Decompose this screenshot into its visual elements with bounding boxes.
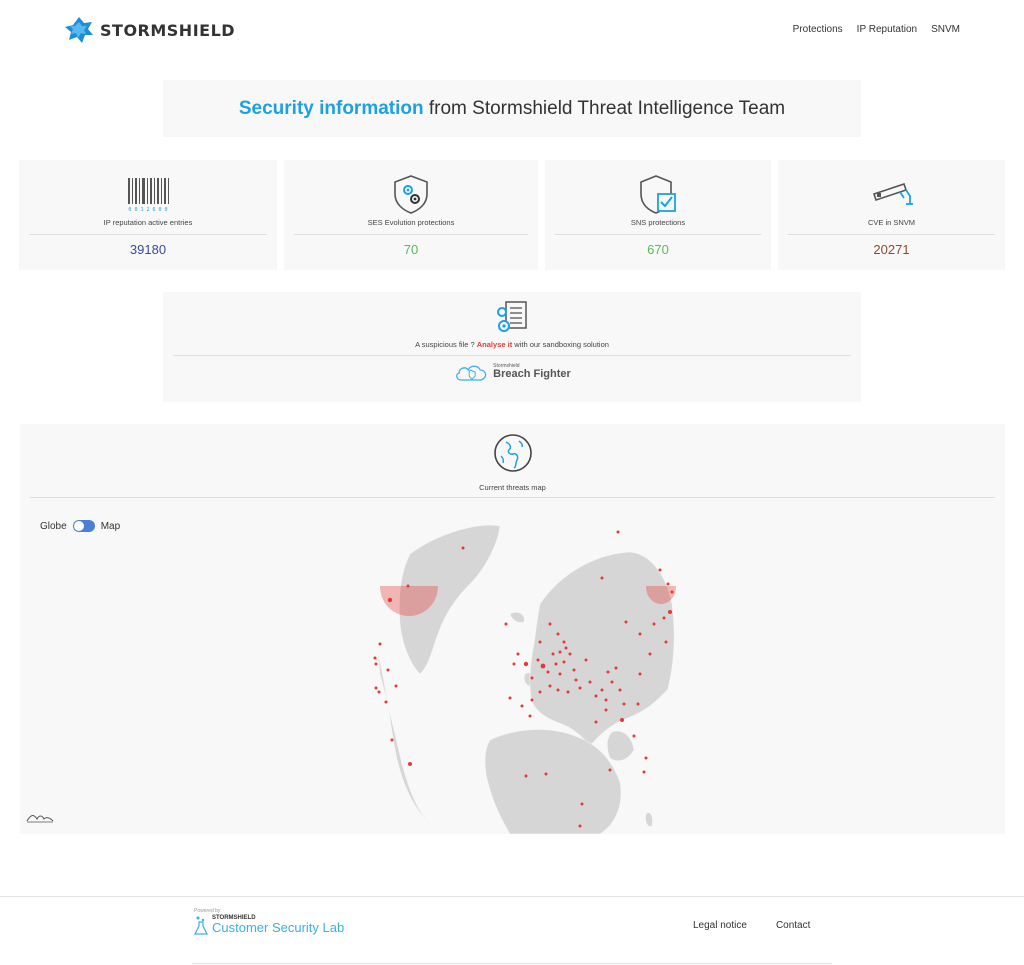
footer-brand-row: STORMSHIELD Customer Security Lab xyxy=(194,915,344,935)
legal-notice-link[interactable]: Legal notice xyxy=(693,920,747,931)
site-header: STORMSHIELD Protections IP Reputation SN… xyxy=(0,0,1024,62)
toggle-label-globe: Globe xyxy=(40,520,67,532)
threats-map-title: Current threats map xyxy=(479,483,546,492)
stat-label: SNS protections xyxy=(630,218,686,227)
shield-gears-icon xyxy=(394,175,428,214)
stat-label: SES Evolution protections xyxy=(367,218,455,227)
divider xyxy=(788,234,995,235)
shield-check-icon xyxy=(640,175,676,214)
breach-fighter-logo[interactable]: Stormshield Breach Fighter xyxy=(453,362,571,382)
footer-lab-name: Customer Security Lab xyxy=(212,920,345,936)
page-title-rest: from Stormshield Threat Intelligence Tea… xyxy=(423,97,786,119)
threats-globe[interactable] xyxy=(350,514,680,834)
stat-card-cve[interactable]: CVE in SNVM 20271 xyxy=(778,160,1005,270)
nav-protections[interactable]: Protections xyxy=(793,24,843,35)
globe-icon xyxy=(493,434,532,472)
main-nav: Protections IP Reputation SNVM xyxy=(793,24,960,35)
cloud-icon xyxy=(456,365,487,381)
wave-logo-icon xyxy=(26,815,54,823)
sandbox-card: A suspicious file ? Analyse it with our … xyxy=(163,292,861,402)
toggle-knob xyxy=(73,521,84,531)
footer-brand-words: STORMSHIELD Customer Security Lab xyxy=(212,915,344,935)
divider xyxy=(29,234,267,235)
stat-card-sns[interactable]: SNS protections 670 xyxy=(545,160,771,270)
barcode-icon: 0 0 1 2 6 0 0 xyxy=(128,178,169,213)
stormshield-logo-icon xyxy=(65,17,93,43)
stat-value: 670 xyxy=(647,242,669,257)
customer-security-lab-logo[interactable]: Powered by STORMSHIELD Customer Security… xyxy=(194,908,344,935)
globe-landmass xyxy=(377,524,675,834)
nav-snvm[interactable]: SNVM xyxy=(931,24,960,35)
footer-divider xyxy=(0,896,1024,897)
divider xyxy=(30,497,995,498)
view-toggle-switch[interactable] xyxy=(72,520,95,532)
powered-by: Powered by xyxy=(194,908,221,914)
camera-icon xyxy=(872,182,913,205)
page-title: Security information from Stormshield Th… xyxy=(239,98,785,120)
globe-map-toggle: Globe Map xyxy=(40,520,120,532)
title-banner: Security information from Stormshield Th… xyxy=(163,80,861,137)
divider xyxy=(173,355,851,356)
stat-card-ses-evolution[interactable]: SES Evolution protections 70 xyxy=(284,160,538,270)
product-big: Breach Fighter xyxy=(493,368,571,380)
sandbox-prefix: A suspicious file ? xyxy=(415,340,477,349)
sandbox-suffix: with our sandboxing solution xyxy=(512,340,609,349)
stat-value: 20271 xyxy=(873,242,910,257)
sandbox-text: A suspicious file ? Analyse it with our … xyxy=(163,340,861,349)
nav-ip-reputation[interactable]: IP Reputation xyxy=(857,24,917,35)
threats-map-card: Current threats map Globe Map xyxy=(20,424,1005,834)
stat-label: CVE in SNVM xyxy=(867,218,916,227)
analyse-it-link[interactable]: Analyse it xyxy=(477,340,512,349)
breach-fighter-words: Stormshield Breach Fighter xyxy=(493,364,571,380)
document-gears-icon xyxy=(497,301,527,332)
stat-value: 39180 xyxy=(129,242,167,257)
stat-value: 70 xyxy=(403,242,419,257)
barcode-digits: 0 0 1 2 6 0 0 xyxy=(128,207,167,213)
lab-flask-icon xyxy=(194,916,208,935)
contact-link[interactable]: Contact xyxy=(776,920,810,931)
footer-bottom-divider xyxy=(192,963,832,964)
divider xyxy=(555,234,761,235)
stat-label: IP reputation active entries xyxy=(103,218,193,227)
stormshield-logo[interactable]: STORMSHIELD xyxy=(64,16,235,44)
divider xyxy=(294,234,528,235)
page-title-strong: Security information xyxy=(238,97,424,119)
brand-name: STORMSHIELD xyxy=(100,20,236,40)
footer-links: Legal notice Contact xyxy=(693,920,810,931)
stat-card-ip-reputation[interactable]: 0 0 1 2 6 0 0 IP reputation active entri… xyxy=(19,160,277,270)
toggle-label-map: Map xyxy=(100,520,121,532)
